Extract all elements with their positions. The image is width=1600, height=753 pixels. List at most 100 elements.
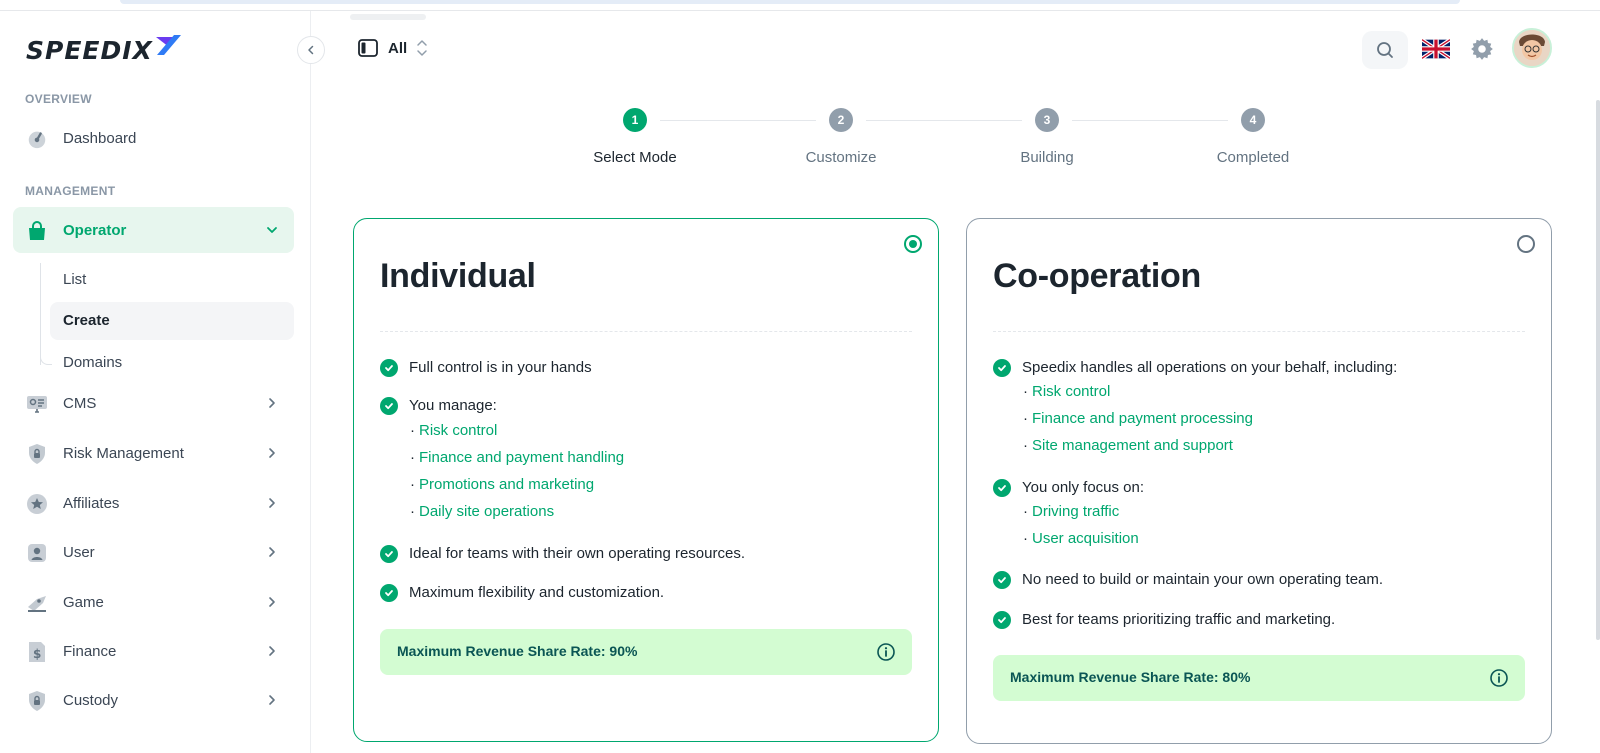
info-icon[interactable] (1489, 668, 1509, 688)
collapse-sidebar-button[interactable] (297, 36, 325, 64)
stepper: 1 Select Mode 2 Customize 3 Building 4 C… (580, 108, 1300, 178)
mode-card-cooperation[interactable]: Co-operation Speedix handles all operati… (966, 218, 1552, 744)
check-circle-icon (993, 611, 1011, 629)
check-circle-icon (380, 584, 398, 602)
dashboard-icon (25, 127, 49, 151)
gear-icon[interactable] (1469, 36, 1495, 62)
check-circle-icon (380, 359, 398, 377)
sidebar-item-label: Affiliates (63, 494, 120, 512)
feature-item: You manage: (380, 397, 497, 415)
sidebar-toggle-icon (358, 39, 378, 57)
feature-item: You only focus on: (993, 479, 1144, 497)
revenue-share-text: Maximum Revenue Share Rate: 90% (397, 643, 638, 659)
check-circle-icon (993, 359, 1011, 377)
check-circle-icon (380, 545, 398, 563)
step-completed: 4 Completed (1198, 108, 1308, 166)
bullet-item: · Promotions and marketing (410, 476, 595, 493)
sidebar-item-label: User (63, 543, 95, 561)
shield-lock-icon (25, 442, 49, 466)
step-label: Customize (805, 149, 877, 166)
sidebar-item-game[interactable]: Game (13, 579, 294, 625)
revenue-share-text: Maximum Revenue Share Rate: 80% (1010, 669, 1251, 685)
step-select-mode: 1 Select Mode (580, 108, 690, 166)
radio-unselected[interactable] (1517, 235, 1535, 253)
feature-item: No need to build or maintain your own op… (993, 571, 1383, 589)
bullet-item: · User acquisition (1023, 530, 1139, 547)
page-scrollbar[interactable] (1596, 100, 1600, 640)
feature-item: Speedix handles all operations on your b… (993, 359, 1397, 377)
feature-text: No need to build or maintain your own op… (1022, 571, 1384, 588)
browser-top-bar (120, 0, 1460, 4)
sidebar-subitem-create[interactable]: Create (50, 302, 294, 340)
section-management-label: MANAGEMENT (25, 184, 116, 198)
radio-selected[interactable] (904, 235, 922, 253)
check-circle-icon (993, 571, 1011, 589)
info-icon[interactable] (876, 642, 896, 662)
chevron-right-icon (269, 547, 275, 557)
feature-item: Best for teams prioritizing traffic and … (993, 611, 1335, 629)
shield-lock-icon (25, 689, 49, 713)
mode-card-individual[interactable]: Individual Full control is in your hands… (353, 218, 939, 742)
tree-line (40, 263, 41, 365)
sidebar-item-operator[interactable]: Operator (13, 207, 294, 253)
star-badge-icon (25, 492, 49, 516)
sidebar-subitem-label: List (63, 271, 87, 288)
scope-selector[interactable]: All (356, 36, 429, 60)
feature-item: Full control is in your hands (380, 359, 592, 377)
sidebar-item-custody[interactable]: Custody (13, 677, 294, 723)
sidebar-item-label: Operator (63, 221, 127, 239)
sidebar-subitem-domains[interactable]: Domains (50, 344, 294, 382)
step-label: Select Mode (593, 149, 677, 166)
sidebar-item-dashboard[interactable]: Dashboard (13, 115, 294, 161)
step-number: 1 (623, 108, 647, 132)
chevron-right-icon (269, 695, 275, 705)
step-customize: 2 Customize (786, 108, 896, 166)
chevron-right-icon (269, 646, 275, 656)
feature-text: Full control is in your hands (409, 359, 592, 376)
bullet-item: · Finance and payment processing (1023, 410, 1253, 427)
invoice-dollar-icon: $ (25, 640, 49, 664)
feature-text: You only focus on: (1022, 479, 1145, 496)
feature-text: Maximum flexibility and customization. (409, 584, 665, 601)
step-label: Building (1020, 149, 1074, 166)
bullet-item: · Daily site operations (410, 503, 555, 520)
sidebar-subitem-label: Domains (63, 354, 123, 371)
bullet-item: · Site management and support (1023, 437, 1233, 454)
chevron-right-icon (269, 448, 275, 458)
step-label: Completed (1216, 149, 1290, 166)
chevron-down-icon (267, 227, 277, 233)
step-building: 3 Building (992, 108, 1102, 166)
chevron-updown-icon (417, 40, 427, 56)
scope-value: All (388, 39, 408, 57)
uk-flag-icon[interactable] (1422, 39, 1450, 59)
sidebar-item-user[interactable]: User (13, 529, 294, 575)
chevron-left-icon (308, 45, 314, 55)
search-button[interactable] (1362, 31, 1408, 69)
section-overview-label: OVERVIEW (25, 92, 92, 106)
chevron-right-icon (269, 498, 275, 508)
sidebar-item-label: Dashboard (63, 129, 137, 147)
sidebar-item-label: CMS (63, 394, 97, 412)
chevron-right-icon (269, 398, 275, 408)
avatar[interactable] (1512, 28, 1552, 68)
sidebar-item-cms[interactable]: CMS (13, 380, 294, 426)
feature-text: Ideal for teams with their own operating… (409, 545, 745, 562)
ghost-breadcrumb (350, 14, 426, 20)
feature-item: Maximum flexibility and customization. (380, 584, 664, 602)
game-icon (25, 591, 49, 615)
sidebar-item-risk-management[interactable]: Risk Management (13, 430, 294, 476)
sidebar-subitem-label: Create (63, 312, 110, 329)
card-title: Co-operation (993, 257, 1201, 295)
sidebar-item-label: Game (63, 593, 104, 611)
bullet-item: · Driving traffic (1023, 503, 1120, 520)
speedix-logo: SPEEDIX (26, 35, 181, 65)
sidebar-item-finance[interactable]: $ Finance (13, 628, 294, 674)
step-number: 2 (829, 108, 853, 132)
sidebar-item-affiliates[interactable]: Affiliates (13, 480, 294, 526)
sidebar-item-label: Risk Management (63, 444, 184, 462)
feature-text: Speedix handles all operations on your b… (1022, 359, 1398, 376)
chevron-right-icon (269, 597, 275, 607)
bullet-item: · Finance and payment handling (410, 449, 625, 466)
bullet-item: · Risk control (1023, 383, 1111, 400)
sidebar-subitem-list[interactable]: List (50, 261, 294, 299)
